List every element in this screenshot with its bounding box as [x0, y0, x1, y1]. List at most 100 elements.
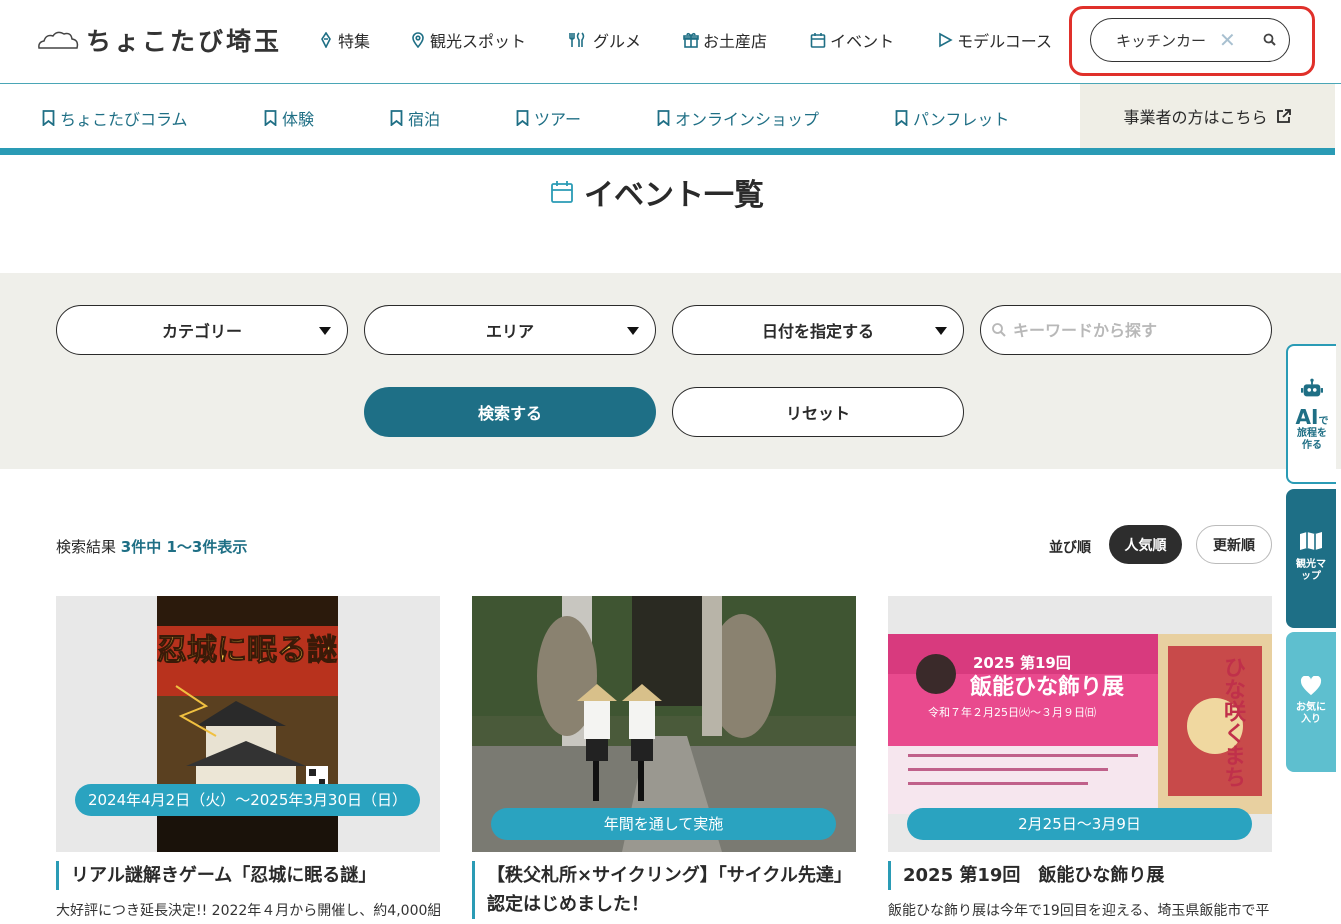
map-tab-label: 観光マップ — [1296, 559, 1326, 582]
keyword-field — [980, 305, 1272, 355]
event-image[interactable]: 年間を通して実施 — [472, 596, 856, 852]
ai-tab-label: AIで 旅程を作る — [1295, 406, 1329, 452]
nav-label: モデルコース — [957, 32, 1052, 51]
caret-down-icon — [627, 327, 639, 335]
subnav-item-online-shop[interactable]: オンラインショップ — [657, 106, 819, 130]
event-description: 飯能ひな飾り展は今年で19回目を迎える、埼玉県飯能市で平 — [888, 903, 1270, 919]
business-link-label: 事業者の方はこちら — [1123, 108, 1268, 127]
pen-icon — [321, 32, 331, 48]
logo-text: ちょこたび埼玉 — [86, 27, 283, 56]
search-button[interactable]: 検索する — [364, 387, 656, 437]
business-link[interactable]: 事業者の方はこちら — [1080, 84, 1335, 148]
nav-item-spots[interactable]: 観光スポット — [410, 28, 526, 52]
sort-label: 並び順 — [1049, 540, 1091, 556]
cloud-logo-icon — [38, 31, 79, 49]
page-title: イベント一覧 — [550, 170, 764, 214]
subnav-item-pamphlet[interactable]: パンフレット — [895, 106, 1009, 130]
date-badge: 2月25日〜3月9日 — [907, 808, 1252, 840]
date-label: 日付を指定する — [761, 322, 874, 341]
subnav-label: 体験 — [282, 110, 315, 129]
sort-popular-button[interactable]: 人気順 — [1109, 525, 1182, 564]
site-header: ちょこたび埼玉 特集 観光スポット グルメ お土産店 イベント モデルコース キ… — [0, 0, 1341, 84]
nav-label: お土産店 — [703, 32, 768, 51]
nav-item-gourmet[interactable]: グルメ — [569, 28, 641, 52]
map-icon — [1300, 532, 1322, 550]
bookmark-icon — [264, 110, 277, 126]
fav-tab-label: お気に入り — [1296, 702, 1326, 725]
external-link-icon — [1276, 109, 1291, 123]
subnav-item-experience[interactable]: 体験 — [264, 106, 314, 130]
subnav-divider — [0, 148, 1335, 155]
bookmark-icon — [42, 110, 55, 126]
event-title[interactable]: リアル謎解きゲーム「忍城に眠る謎」 — [56, 861, 440, 890]
poster-side-text: ひな咲くまち — [1220, 656, 1246, 788]
nav-label: グルメ — [593, 32, 642, 51]
poster-title-text: 忍城に眠る謎 — [157, 633, 337, 668]
page-title-text: イベント一覧 — [584, 178, 764, 213]
robot-icon — [1301, 378, 1323, 397]
global-nav: 特集 観光スポット グルメ お土産店 イベント モデルコース — [318, 28, 1052, 52]
date-badge: 年間を通して実施 — [491, 808, 836, 840]
keyword-input[interactable] — [1013, 320, 1253, 340]
event-card[interactable]: 忍城に眠る謎 2024年4月2日（火）〜2025年3月30日（日） リアル謎解き… — [56, 596, 440, 920]
event-card[interactable]: 2025 第19回 飯能ひな飾り展 令和７年２月25日㈫〜３月９日㈰ ひな咲くま… — [888, 596, 1272, 920]
subnav-label: パンフレット — [913, 110, 1010, 129]
header-search-input[interactable] — [1116, 31, 1208, 49]
nav-label: イベント — [830, 32, 895, 51]
sightseeing-map-tab[interactable]: 観光マップ — [1286, 489, 1336, 628]
nav-item-event[interactable]: イベント — [810, 28, 894, 52]
subnav-item-tour[interactable]: ツアー — [516, 106, 581, 130]
nav-item-souvenir[interactable]: お土産店 — [683, 28, 767, 52]
area-select[interactable]: エリア — [364, 305, 656, 355]
sub-nav: ちょこたびコラム 体験 宿泊 ツアー オンラインショップ パンフレット 事業者の… — [0, 84, 1341, 148]
ai-small-text: で — [1318, 416, 1329, 427]
site-logo[interactable]: ちょこたび埼玉 — [36, 22, 282, 58]
cutlery-icon — [569, 32, 585, 47]
favorites-tab[interactable]: お気に入り — [1286, 632, 1336, 772]
reset-button[interactable]: リセット — [672, 387, 964, 437]
event-card[interactable]: 年間を通して実施 【秩父札所×サイクリング】「サイクル先達」認定はじめました！ — [472, 596, 856, 924]
subnav-label: オンラインショップ — [675, 110, 820, 129]
subnav-label: ツアー — [534, 110, 582, 129]
poster-title-text: 飯能ひな飾り展 — [969, 674, 1124, 700]
result-count: 検索結果 3件中 1〜3件表示 — [56, 536, 247, 557]
search-icon[interactable] — [1262, 32, 1278, 48]
event-image[interactable]: 2025 第19回 飯能ひな飾り展 令和７年２月25日㈫〜３月９日㈰ ひな咲くま… — [888, 596, 1272, 852]
ai-rest-text: 旅程を作る — [1297, 428, 1327, 451]
subnav-label: ちょこたびコラム — [60, 110, 188, 129]
nav-item-feature[interactable]: 特集 — [318, 28, 370, 52]
clear-search-icon[interactable]: ✕ — [1219, 28, 1236, 52]
event-description: 大好評につき延長決定!! 2022年４月から開催し、約4,000組 — [56, 903, 440, 919]
nav-label: 観光スポット — [430, 32, 527, 51]
filter-panel: カテゴリー エリア 日付を指定する 検索する リセット — [0, 273, 1341, 469]
ai-itinerary-tab[interactable]: AIで 旅程を作る — [1286, 344, 1336, 484]
bookmark-icon — [390, 110, 403, 126]
area-label: エリア — [485, 322, 534, 341]
map-pin-icon — [412, 32, 424, 48]
event-image[interactable]: 忍城に眠る謎 2024年4月2日（火）〜2025年3月30日（日） — [56, 596, 440, 852]
event-title[interactable]: 【秩父札所×サイクリング】「サイクル先達」認定はじめました！ — [472, 861, 856, 919]
result-prefix: 検索結果 — [56, 538, 117, 556]
header-search-box: ✕ — [1090, 18, 1290, 62]
date-badge: 2024年4月2日（火）〜2025年3月30日（日） — [75, 784, 420, 816]
subnav-item-column[interactable]: ちょこたびコラム — [42, 106, 188, 130]
bookmark-icon — [895, 110, 908, 126]
event-title[interactable]: 2025 第19回 飯能ひな飾り展 — [888, 861, 1272, 890]
result-count-text: 3件中 1〜3件表示 — [120, 538, 248, 556]
subnav-item-lodging[interactable]: 宿泊 — [390, 106, 440, 130]
caret-down-icon — [935, 327, 947, 335]
date-select[interactable]: 日付を指定する — [672, 305, 964, 355]
sort-updated-button[interactable]: 更新順 — [1196, 525, 1272, 564]
bookmark-icon — [657, 110, 670, 126]
search-icon — [992, 323, 1006, 337]
subnav-label: 宿泊 — [408, 110, 441, 129]
heart-icon — [1300, 676, 1322, 696]
category-select[interactable]: カテゴリー — [56, 305, 348, 355]
nav-label: 特集 — [338, 32, 371, 51]
calendar-icon — [551, 181, 573, 203]
nav-item-model-course[interactable]: モデルコース — [937, 28, 1052, 52]
poster-dates-text: 令和７年２月25日㈫〜３月９日㈰ — [928, 705, 1096, 719]
gift-icon — [683, 32, 699, 48]
category-label: カテゴリー — [161, 322, 242, 341]
poster-edition-text: 2025 第19回 — [973, 654, 1071, 672]
